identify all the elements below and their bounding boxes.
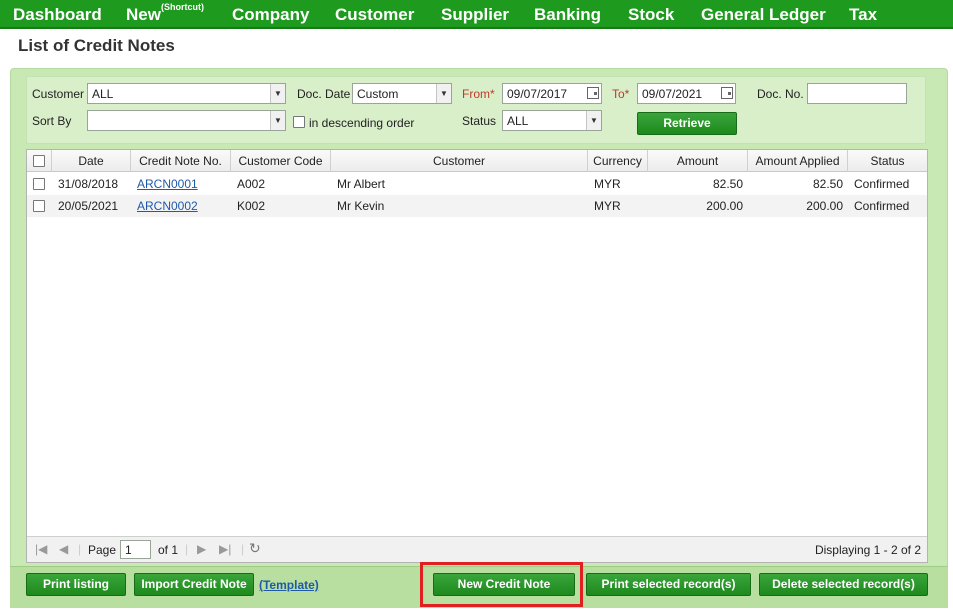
calendar-icon[interactable] [721,87,733,99]
chevron-down-icon: ▼ [270,111,285,130]
cell-status: Confirmed [854,177,910,191]
nav-dashboard[interactable]: Dashboard [13,5,102,25]
nav-new[interactable]: New(Shortcut) [126,2,204,25]
page-title: List of Credit Notes [18,36,175,55]
cell-amount-applied: 200.00 [806,199,843,213]
select-all-header [27,150,52,172]
calendar-icon[interactable] [587,87,599,99]
column-header-amount-applied[interactable]: Amount Applied [748,150,848,172]
doc-no-label: Doc. No. [757,87,804,101]
chevron-down-icon: ▼ [586,111,601,130]
refresh-icon[interactable]: ↻ [249,540,261,557]
next-page-icon[interactable]: ▶ [197,542,206,556]
cell-customer: Mr Kevin [337,199,385,213]
column-header-date[interactable]: Date [52,150,131,172]
column-header-amount[interactable]: Amount [648,150,748,172]
from-date-input[interactable]: 09/07/2017 [502,83,602,104]
to-date-input[interactable]: 09/07/2021 [637,83,736,104]
to-date-value: 09/07/2021 [642,87,703,101]
status-select[interactable]: ALL ▼ [502,110,602,131]
row-checkbox[interactable] [33,200,45,212]
top-navigation: Dashboard New(Shortcut) Company Customer… [0,0,953,29]
sort-by-label: Sort By [32,114,72,128]
separator: | [241,542,245,556]
nav-new-shortcut-label: (Shortcut) [160,2,204,13]
pagination-bar: |◀ ◀ | Page 1 of 1 | ▶ ▶| | ↻ Displaying… [27,536,927,562]
retrieve-button[interactable]: Retrieve [637,112,737,135]
column-header-credit-note-no[interactable]: Credit Note No. [131,150,231,172]
cell-amount-applied: 82.50 [812,177,843,191]
doc-date-select[interactable]: Custom ▼ [352,83,452,104]
nav-general-ledger[interactable]: General Ledger [701,5,826,25]
cell-currency: MYR [594,177,621,191]
nav-customer[interactable]: Customer [335,5,414,25]
from-date-value: 09/07/2017 [507,87,568,101]
chevron-down-icon: ▼ [436,84,451,103]
credit-note-link[interactable]: ARCN0002 [137,199,198,213]
nav-stock[interactable]: Stock [628,5,674,25]
select-all-checkbox[interactable] [33,155,45,167]
last-page-icon[interactable]: ▶| [219,542,231,556]
nav-banking[interactable]: Banking [534,5,601,25]
cell-credit-note-no: ARCN0002 [137,195,198,217]
column-header-customer[interactable]: Customer [331,150,588,172]
status-select-value: ALL [507,114,529,128]
doc-date-select-value: Custom [357,87,399,101]
credit-notes-grid: Date Credit Note No. Customer Code Custo… [26,149,928,563]
descending-order-checkbox[interactable] [293,116,305,128]
template-link[interactable]: (Template) [259,578,319,592]
page-number-input[interactable]: 1 [120,540,151,559]
nav-new-label: New [126,5,161,24]
cell-date: 31/08/2018 [58,177,119,191]
sort-by-select[interactable]: ▼ [87,110,286,131]
column-header-customer-code[interactable]: Customer Code [231,150,331,172]
cell-currency: MYR [594,199,621,213]
cell-date: 20/05/2021 [58,199,119,213]
descending-order-label: in descending order [309,116,415,130]
row-checkbox[interactable] [33,178,45,190]
separator: | [78,542,82,556]
credit-note-link[interactable]: ARCN0001 [137,177,198,191]
customer-select-value: ALL [92,87,114,101]
cell-amount: 82.50 [712,177,743,191]
cell-status: Confirmed [854,199,910,213]
customer-select[interactable]: ALL ▼ [87,83,286,104]
nav-supplier[interactable]: Supplier [441,5,509,25]
import-credit-note-button[interactable]: Import Credit Note [134,573,254,596]
page-count-label: of 1 [158,543,179,557]
doc-no-input[interactable] [807,83,907,104]
delete-selected-button[interactable]: Delete selected record(s) [759,573,928,596]
status-label: Status [462,114,497,128]
print-listing-button[interactable]: Print listing [26,573,126,596]
chevron-down-icon: ▼ [270,84,285,103]
print-selected-button[interactable]: Print selected record(s) [586,573,751,596]
page-label: Page [88,543,117,557]
cell-customer-code: A002 [237,177,266,191]
doc-date-label: Doc. Date [297,87,351,101]
highlight-box [420,562,583,607]
first-page-icon[interactable]: |◀ [35,542,47,556]
to-label: To* [612,87,630,101]
separator: | [185,542,189,556]
column-header-currency[interactable]: Currency [588,150,648,172]
cell-customer: Mr Albert [337,177,386,191]
displaying-count: Displaying 1 - 2 of 2 [814,543,921,557]
cell-amount: 200.00 [706,199,743,213]
nav-tax[interactable]: Tax [849,5,877,25]
table-row[interactable]: 31/08/2018 ARCN0001 A002 Mr Albert MYR 8… [27,173,927,195]
from-label: From* [462,87,495,101]
customer-label: Customer [32,87,85,101]
nav-company[interactable]: Company [232,5,309,25]
column-header-status[interactable]: Status [848,150,927,172]
grid-header: Date Credit Note No. Customer Code Custo… [27,150,927,172]
cell-customer-code: K002 [237,199,266,213]
cell-credit-note-no: ARCN0001 [137,173,198,195]
table-row[interactable]: 20/05/2021 ARCN0002 K002 Mr Kevin MYR 20… [27,195,927,217]
page-number-value: 1 [125,543,132,557]
previous-page-icon[interactable]: ◀ [59,542,68,556]
